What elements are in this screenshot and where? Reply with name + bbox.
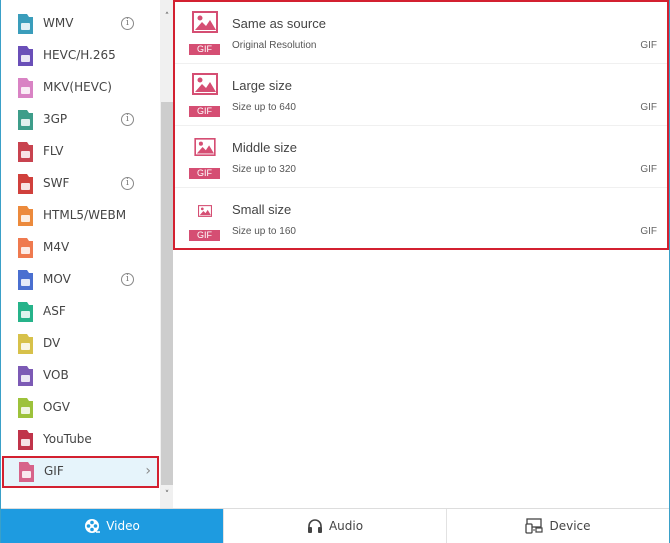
headphones-icon: [307, 518, 323, 534]
format-item-gif[interactable]: GIF ›: [2, 456, 159, 488]
ogv-file-icon: [18, 398, 33, 418]
device-icon: [525, 518, 544, 534]
flv-file-icon: [18, 142, 33, 162]
format-label: YouTube: [43, 432, 92, 446]
mov-file-icon: [18, 270, 33, 290]
tab-audio[interactable]: Audio: [224, 509, 447, 543]
preset-option[interactable]: GIF Middle size Size up to 320 GIF: [175, 126, 667, 188]
format-label: M4V: [43, 240, 70, 254]
gif-badge: GIF: [189, 230, 220, 241]
gif-badge: GIF: [189, 168, 220, 179]
image-icon: [191, 73, 218, 95]
format-label: DV: [43, 336, 61, 350]
preset-option[interactable]: GIF Same as source Original Resolution GIF: [175, 2, 667, 64]
image-icon: [191, 11, 218, 33]
info-icon[interactable]: i: [121, 17, 134, 30]
tab-device[interactable]: Device: [447, 509, 669, 543]
format-item-m4v[interactable]: M4V: [1, 232, 159, 264]
gif-file-icon: [19, 462, 34, 482]
image-icon: [197, 205, 212, 217]
m4v-file-icon: [18, 238, 33, 258]
preset-format: GIF: [640, 164, 657, 175]
preset-title: Same as source: [232, 16, 326, 31]
format-item-youtube[interactable]: YouTube: [1, 424, 159, 456]
preset-subtitle: Size up to 640: [232, 102, 296, 113]
preset-option[interactable]: GIF Small size Size up to 160 GIF: [175, 188, 667, 250]
format-list: WMV i HEVC/H.265 MKV(HEVC) 3GP i FLV SWF i HTML5/…: [1, 8, 159, 488]
html5-file-icon: [18, 206, 33, 226]
format-label: HTML5/WEBM: [43, 208, 127, 222]
format-label: MKV(HEVC): [43, 80, 112, 94]
chevron-right-icon: ›: [145, 463, 151, 479]
preset-subtitle: Size up to 160: [232, 226, 296, 237]
preset-title: Small size: [232, 202, 292, 217]
format-item-swf[interactable]: SWF i: [1, 168, 159, 200]
image-icon: [193, 138, 216, 156]
format-item-ogv[interactable]: OGV: [1, 392, 159, 424]
format-item-mkv-hevc[interactable]: MKV(HEVC): [1, 72, 159, 104]
gif-badge: GIF: [189, 44, 220, 55]
gif-badge: GIF: [189, 106, 220, 117]
mkv-file-icon: [18, 78, 33, 98]
vob-file-icon: [18, 366, 33, 386]
preset-format: GIF: [640, 40, 657, 51]
preset-title: Large size: [232, 78, 292, 93]
format-sidebar: WMV i HEVC/H.265 MKV(HEVC) 3GP i FLV SWF i HTML5/…: [1, 0, 174, 508]
scroll-up-arrow[interactable]: ˄: [160, 12, 174, 22]
tab-label: Video: [106, 519, 140, 533]
format-label: WMV: [43, 16, 74, 30]
tab-video[interactable]: Video: [1, 509, 224, 543]
format-item-mov[interactable]: MOV i: [1, 264, 159, 296]
swf-file-icon: [18, 174, 33, 194]
preset-format: GIF: [640, 102, 657, 113]
preset-format: GIF: [640, 226, 657, 237]
tab-label: Device: [549, 519, 591, 533]
category-tabs: Video Audio Device: [1, 508, 669, 543]
format-item-asf[interactable]: ASF: [1, 296, 159, 328]
tab-label: Audio: [328, 519, 364, 533]
format-item-dv[interactable]: DV: [1, 328, 159, 360]
3gp-file-icon: [18, 110, 33, 130]
preset-subtitle: Size up to 320: [232, 164, 296, 175]
info-icon[interactable]: i: [121, 273, 134, 286]
sidebar-scrollbar[interactable]: ˄ ˅: [160, 0, 174, 508]
format-label: SWF: [43, 176, 70, 190]
preset-option[interactable]: GIF Large size Size up to 640 GIF: [175, 64, 667, 126]
format-item-vob[interactable]: VOB: [1, 360, 159, 392]
format-label: 3GP: [43, 112, 68, 126]
dv-file-icon: [18, 334, 33, 354]
preset-title: Middle size: [232, 140, 298, 155]
scroll-thumb[interactable]: [161, 102, 173, 485]
format-label: ASF: [43, 304, 66, 318]
preset-panel: GIF Same as source Original Resolution GIF G…: [173, 0, 669, 508]
format-item-html5-webm[interactable]: HTML5/WEBM: [1, 200, 159, 232]
format-item-3gp[interactable]: 3GP i: [1, 104, 159, 136]
youtube-file-icon: [18, 430, 33, 450]
asf-file-icon: [18, 302, 33, 322]
format-label: HEVC/H.265: [43, 48, 116, 62]
wmv-file-icon: [18, 14, 33, 34]
info-icon[interactable]: i: [121, 113, 134, 126]
format-label: GIF: [44, 464, 64, 478]
format-label: MOV: [43, 272, 71, 286]
film-reel-icon: [84, 518, 101, 534]
format-item-flv[interactable]: FLV: [1, 136, 159, 168]
format-item-hevc-h-265[interactable]: HEVC/H.265: [1, 40, 159, 72]
scroll-down-arrow[interactable]: ˅: [160, 490, 174, 500]
info-icon[interactable]: i: [121, 177, 134, 190]
format-label: FLV: [43, 144, 64, 158]
format-label: VOB: [43, 368, 69, 382]
hevc-file-icon: [18, 46, 33, 66]
preset-subtitle: Original Resolution: [232, 40, 317, 51]
format-item-wmv[interactable]: WMV i: [1, 8, 159, 40]
format-label: OGV: [43, 400, 70, 414]
preset-list: GIF Same as source Original Resolution GIF G…: [173, 0, 669, 250]
